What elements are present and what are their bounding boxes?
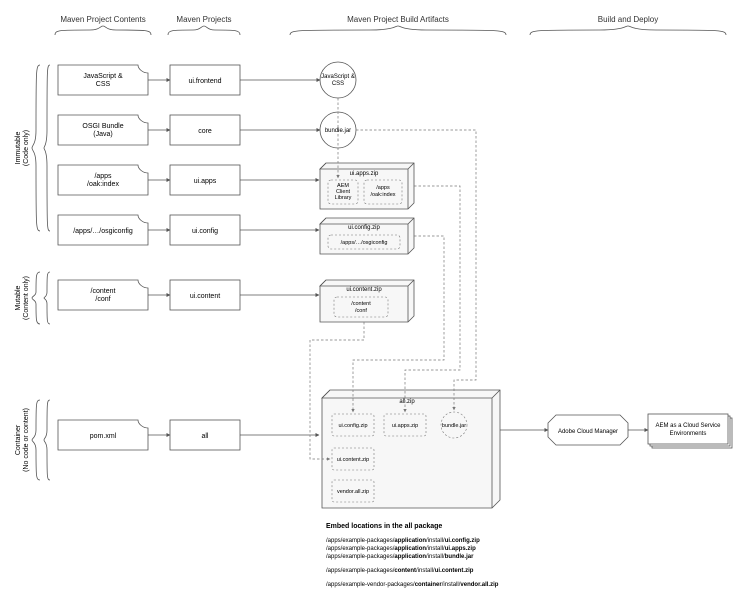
svg-text:core: core [198, 128, 212, 135]
svg-text:/apps/example-packages/applica: /apps/example-packages/application/insta… [326, 554, 474, 560]
svg-text:JavaScript &: JavaScript & [321, 74, 355, 80]
side-container-1: Container [15, 424, 22, 455]
row-uicontent: /content /conf ui.content ui.content.zip… [58, 280, 414, 322]
col-projects: Maven Projects [176, 15, 231, 24]
svg-text:ui.config.zip: ui.config.zip [348, 225, 380, 231]
column-headers: Maven Project Contents Maven Projects Ma… [55, 15, 726, 35]
artifact-uiconfig: ui.config.zip /apps/…/osgiconfig [320, 218, 414, 254]
row-jscss: JavaScript & CSS ui.frontend JavaScript … [58, 62, 356, 98]
svg-text:/content: /content [91, 288, 116, 295]
svg-text:/apps: /apps [376, 185, 390, 191]
svg-text:/apps/…/osgiconfig: /apps/…/osgiconfig [341, 240, 388, 246]
svg-text:Adobe Cloud Manager: Adobe Cloud Manager [558, 429, 618, 435]
row-braces [44, 65, 50, 480]
side-mutable-2: (Content only) [23, 276, 30, 320]
col-contents: Maven Project Contents [60, 15, 145, 24]
diagram-canvas: Maven Project Contents Maven Projects Ma… [0, 0, 750, 607]
svg-text:/apps/…/osgiconfig: /apps/…/osgiconfig [73, 228, 133, 235]
svg-text:/conf: /conf [95, 296, 110, 303]
svg-text:ui.apps.zip: ui.apps.zip [350, 171, 379, 177]
svg-text:AEM as a Cloud Service: AEM as a Cloud Service [655, 423, 721, 429]
svg-text:all: all [201, 433, 208, 440]
svg-text:ui.apps.zip: ui.apps.zip [392, 423, 418, 429]
artifact-uiapps: ui.apps.zip AEM Client Library /apps /oa… [320, 163, 414, 209]
svg-text:/conf: /conf [355, 308, 367, 314]
svg-text:OSGI Bundle: OSGI Bundle [82, 123, 123, 130]
svg-text:Library: Library [335, 195, 352, 201]
svg-text:vendor.all.zip: vendor.all.zip [337, 489, 369, 495]
svg-text:(Java): (Java) [93, 131, 112, 138]
col-artifacts: Maven Project Build Artifacts [347, 15, 449, 24]
svg-text:ui.content.zip: ui.content.zip [346, 287, 382, 293]
svg-text:/apps/example-packages/applica: /apps/example-packages/application/insta… [326, 538, 480, 544]
side-container-2: (No code or content) [23, 408, 30, 472]
svg-text:/oak:index: /oak:index [87, 181, 119, 188]
side-labels: Immutable (Code only) Mutable (Content o… [15, 65, 40, 480]
svg-text:/oak:index: /oak:index [370, 192, 395, 198]
svg-text:/content: /content [351, 301, 371, 307]
svg-text:ui.config: ui.config [192, 228, 218, 235]
svg-text:ui.content.zip: ui.content.zip [337, 457, 369, 463]
svg-text:/apps/example-vendor-packages/: /apps/example-vendor-packages/container/… [326, 582, 499, 588]
footer: Embed locations in the all package /apps… [326, 523, 499, 588]
svg-text:/apps/example-packages/applica: /apps/example-packages/application/insta… [326, 546, 476, 552]
svg-text:bundle.jar: bundle.jar [442, 423, 466, 429]
row-uiapps: /apps /oak:index ui.apps ui.apps.zip AEM… [58, 163, 414, 209]
svg-text:Embed locations in the all pac: Embed locations in the all package [326, 523, 442, 530]
deploy-aem: AEM as a Cloud Service Environments [648, 414, 732, 448]
svg-text:/apps/example-packages/content: /apps/example-packages/content/install/u… [326, 568, 474, 574]
row-core: OSGI Bundle (Java) core bundle.jar [58, 112, 356, 148]
col-deploy: Build and Deploy [598, 15, 658, 24]
svg-text:/apps: /apps [94, 173, 112, 180]
side-mutable-1: Mutable [15, 285, 22, 310]
svg-text:ui.config.zip: ui.config.zip [338, 423, 367, 429]
svg-text:pom.xml: pom.xml [90, 433, 117, 440]
svg-text:all.zip: all.zip [399, 399, 415, 405]
row-uiconfig: /apps/…/osgiconfig ui.config ui.config.z… [58, 215, 414, 254]
deploy-acm: Adobe Cloud Manager [548, 415, 628, 445]
side-immutable-1: Immutable [15, 132, 22, 165]
artifact-all: all.zip ui.config.zip ui.apps.zip bundle… [322, 390, 500, 508]
side-immutable-2: (Code only) [23, 130, 30, 166]
artifact-uicontent: ui.content.zip /content /conf [320, 280, 414, 322]
svg-text:ui.content: ui.content [190, 293, 220, 300]
svg-text:ui.apps: ui.apps [194, 178, 217, 185]
svg-text:Environments: Environments [670, 431, 707, 437]
svg-text:CSS: CSS [332, 81, 344, 87]
svg-text:ui.frontend: ui.frontend [188, 78, 221, 85]
svg-text:JavaScript &: JavaScript & [83, 73, 123, 80]
svg-text:CSS: CSS [96, 81, 111, 88]
row-all: pom.xml all [58, 420, 319, 450]
